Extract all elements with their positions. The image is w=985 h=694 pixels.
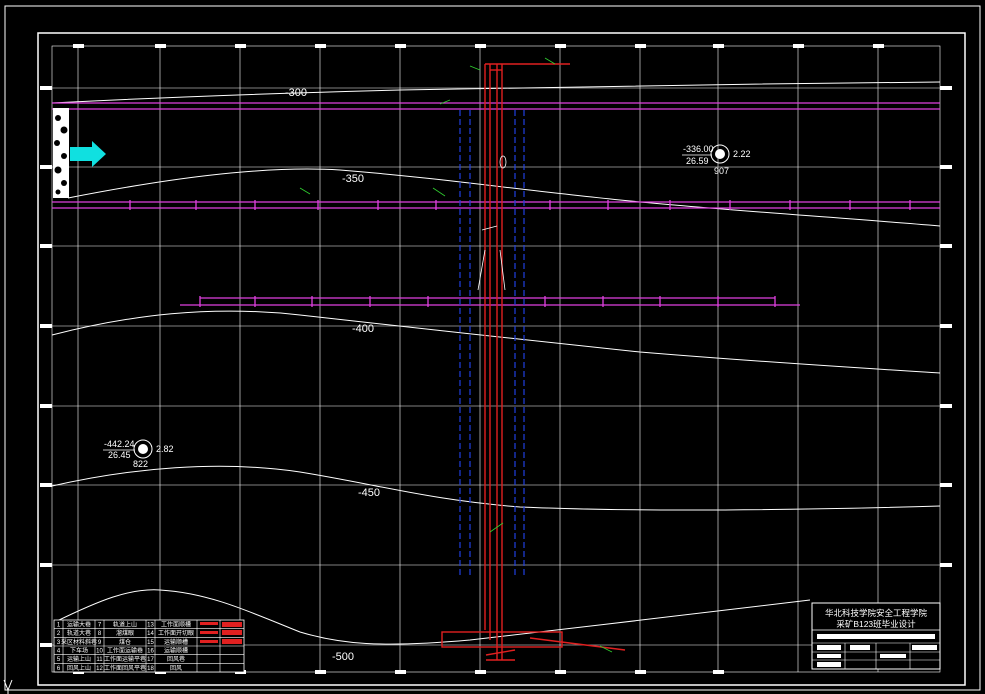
borehole-thickness: 26.59 xyxy=(686,156,709,166)
legend-cell: 14 xyxy=(147,631,154,637)
legend-cell: 运输大巷 xyxy=(67,621,91,629)
borehole-1: -336.00 26.59 2.22 907 xyxy=(682,144,751,176)
borehole-2: -442.24 26.45 2.82 822 xyxy=(103,439,174,469)
borehole-coal: 2.22 xyxy=(733,149,751,159)
legend-cell: 工作面回风平巷 xyxy=(104,664,146,672)
coordinate-grid xyxy=(51,45,941,673)
legend-cell: 18 xyxy=(147,666,154,672)
legend-cell: 采区材料斜巷 xyxy=(61,638,97,646)
legend-cell: 工作面运输巷 xyxy=(107,647,143,655)
contour-label: -500 xyxy=(332,651,354,663)
roadway-stations xyxy=(129,200,911,307)
legend-cell: 工作面顺槽 xyxy=(161,621,191,629)
legend-cell: 回风 xyxy=(170,665,182,672)
title-school: 华北科技学院安全工程学院 xyxy=(825,608,928,618)
annotation-leaders xyxy=(299,57,613,653)
legend-cell: 11 xyxy=(96,657,103,663)
airflow-arrow-icon xyxy=(70,141,106,167)
legend-cell: 回风上山 xyxy=(67,664,91,672)
borehole-thickness: 26.45 xyxy=(108,450,131,460)
legend-cell: 12 xyxy=(96,666,103,672)
title-block: 华北科技学院安全工程学院 采矿B123班毕业设计 xyxy=(811,602,941,670)
borehole-elevation: -336.00 xyxy=(683,144,714,154)
legend-cell: 溜煤眼 xyxy=(116,629,134,637)
legend-cell: 下车场 xyxy=(70,647,88,655)
legend-cell: 13 xyxy=(147,623,154,629)
legend-cell: 轨道上山 xyxy=(113,621,137,629)
contour-label: -450 xyxy=(358,487,380,499)
legend-cell: 回风巷 xyxy=(167,655,185,663)
borehole-id: 907 xyxy=(714,166,729,176)
legend-table: 1 运输大巷 7 轨道上山 13 工作面顺槽2 轨道大巷 8 溜煤眼 14 工作面开切眼3 采区材料斜… xyxy=(53,619,245,673)
contour-label: -350 xyxy=(342,173,364,185)
legend-cell: 15 xyxy=(147,640,154,646)
legend-cell: 轨道大巷 xyxy=(67,629,91,637)
contour-label: -300 xyxy=(285,87,307,99)
borehole-id: 822 xyxy=(133,459,148,469)
legend-cell: 煤仓 xyxy=(119,638,131,646)
mine-plan-drawing: -300 -350 -400 -450 -500 -336.00 26.59 2… xyxy=(3,5,981,694)
legend-cell: 工作面运输平巷 xyxy=(104,655,146,663)
legend-cell: 工作面开切眼 xyxy=(158,629,194,637)
contour-lines xyxy=(51,81,941,645)
legend-cell: 运输上山 xyxy=(67,655,91,663)
roadways xyxy=(52,102,940,306)
borehole-coal: 2.82 xyxy=(156,444,174,454)
legend-cell: 17 xyxy=(147,657,154,663)
dashed-boundaries xyxy=(459,110,525,578)
contour-label: -400 xyxy=(352,323,374,335)
legend-cell: 10 xyxy=(96,649,103,655)
legend-cell: 16 xyxy=(147,649,154,655)
grid-ticks xyxy=(40,44,952,674)
title-project: 采矿B123班毕业设计 xyxy=(836,619,916,629)
legend-cell: 运输顺槽 xyxy=(164,638,188,646)
goaf-area xyxy=(53,108,69,198)
legend-cell: 运输顺槽 xyxy=(164,647,188,655)
borehole-elevation: -442.24 xyxy=(104,439,135,449)
